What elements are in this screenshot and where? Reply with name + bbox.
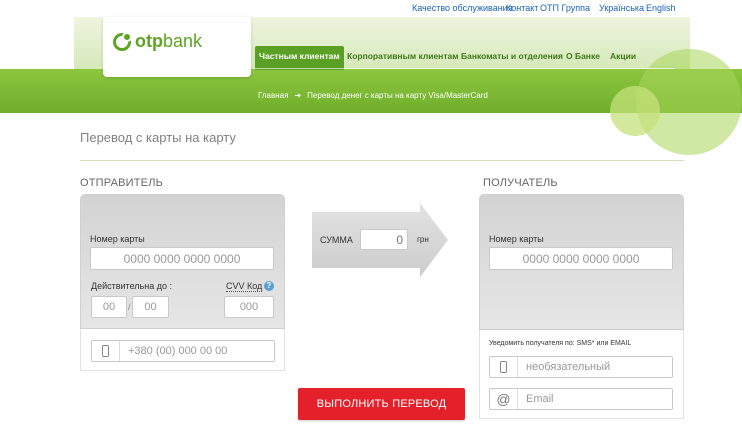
breadcrumb: Главная ➔ Перевод денег с карты на карту V… (258, 91, 488, 100)
cvv-label: CVV Код (226, 281, 263, 292)
sender-card-number-input[interactable]: 0000 0000 0000 0000 (90, 247, 274, 270)
at-icon: @ (496, 391, 511, 407)
sender-title: ОТПРАВИТЕЛЬ (80, 177, 164, 189)
logo-container[interactable]: otp bank (103, 17, 251, 77)
title-divider (80, 160, 684, 161)
expiry-slash: / (128, 302, 131, 312)
sender-phone-field[interactable]: +380 (00) 000 00 00 (91, 340, 275, 362)
nav-divider (255, 68, 675, 69)
recipient-card-number-label: Номер карты (489, 234, 544, 244)
phone-icon (102, 345, 109, 357)
phone-icon-cell (92, 341, 120, 361)
breadcrumb-arrow-icon: ➔ (294, 91, 302, 100)
recipient-phone-placeholder: необязательный (526, 361, 611, 373)
top-links: Качество обслуживания Контакт ОТП Группа… (0, 3, 742, 15)
nav-about[interactable]: О Банке (566, 46, 600, 66)
link-ukrainian[interactable]: Українська (599, 3, 644, 13)
valid-until-label: Действительна до : (91, 281, 172, 291)
breadcrumb-home[interactable]: Главная (258, 91, 288, 100)
nav-atms-branches[interactable]: Банкоматы и отделения (461, 46, 563, 66)
phone-icon (500, 361, 507, 373)
recipient-email-placeholder: Email (526, 393, 554, 405)
logo-text-otp: otp (135, 31, 163, 51)
logo-text-bank: bank (162, 31, 203, 51)
at-icon-cell: @ (490, 389, 518, 409)
amount-label: СУММА (320, 235, 353, 245)
recipient-phone-field[interactable]: необязательный (489, 356, 673, 378)
breadcrumb-current: Перевод денег с карты на карту Visa/Mast… (307, 91, 488, 100)
submit-transfer-button[interactable]: ВЫПОЛНИТЬ ПЕРЕВОД (298, 388, 465, 420)
expiry-month-input[interactable]: 00 (91, 296, 127, 318)
nav-private-clients[interactable]: Частным клиентам (255, 46, 344, 70)
cvv-input[interactable]: 000 (224, 296, 274, 318)
link-english[interactable]: English (646, 3, 676, 13)
expiry-year-input[interactable]: 00 (132, 296, 169, 318)
notify-label: Уведомить получателя по: SMS* или EMAIL (489, 340, 632, 347)
decor-circle-small (610, 86, 660, 136)
currency-label: грн (417, 235, 429, 244)
recipient-title: ПОЛУЧАТЕЛЬ (483, 177, 558, 189)
sender-phone-placeholder: +380 (00) 000 00 00 (128, 345, 228, 357)
phone-icon-cell (490, 357, 518, 377)
nav-corporate-clients[interactable]: Корпоративным клиентам (347, 46, 459, 66)
amount-input[interactable]: 0 (360, 229, 408, 250)
sender-card-number-label: Номер карты (90, 234, 145, 244)
otp-logo-icon (113, 31, 132, 51)
otp-bank-logo[interactable]: otp bank (113, 31, 202, 52)
nav-promotions[interactable]: Акции (610, 46, 636, 66)
link-otp-group[interactable]: ОТП Группа (540, 3, 590, 13)
recipient-email-field[interactable]: @ Email (489, 388, 673, 410)
link-contact[interactable]: Контакт (506, 3, 538, 13)
page-title: Перевод с карты на карту (80, 130, 236, 145)
cvv-help-icon[interactable]: ? (264, 281, 274, 291)
recipient-card-number-input[interactable]: 0000 0000 0000 0000 (489, 247, 673, 270)
link-quality[interactable]: Качество обслуживания (412, 3, 513, 13)
